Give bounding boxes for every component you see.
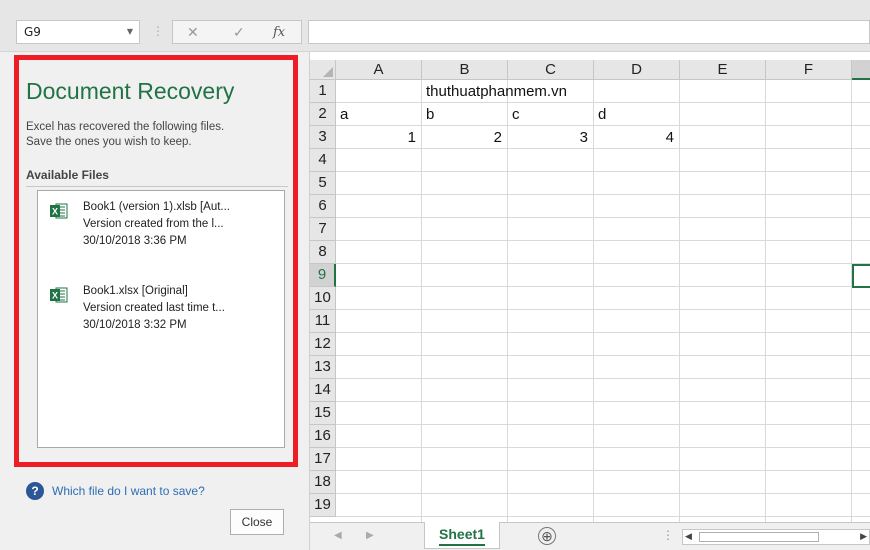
scroll-tabs-left-icon[interactable]: ◀: [334, 530, 342, 541]
gridline: [336, 240, 870, 241]
gridline: [336, 355, 870, 356]
row-header-8[interactable]: 8: [310, 241, 336, 264]
column-header-e[interactable]: E: [680, 60, 766, 80]
gridline: [336, 332, 870, 333]
column-header-c[interactable]: C: [508, 60, 594, 80]
enter-icon[interactable]: ✓: [233, 24, 245, 41]
scroll-left-icon[interactable]: ◀: [685, 531, 692, 542]
tab-sheet1[interactable]: Sheet1: [424, 522, 500, 549]
gridline: [336, 171, 870, 172]
gridline: [765, 80, 766, 522]
cell-a2[interactable]: a: [340, 103, 348, 126]
row-header-19[interactable]: 19: [310, 494, 336, 517]
row-header-1[interactable]: 1: [310, 80, 336, 103]
row-header-6[interactable]: 6: [310, 195, 336, 218]
gridline: [336, 217, 870, 218]
gridline: [336, 470, 870, 471]
row-header-4[interactable]: 4: [310, 149, 336, 172]
help-link[interactable]: Which file do I want to save?: [52, 484, 205, 498]
add-sheet-icon[interactable]: ⊕: [538, 527, 556, 545]
column-header-b[interactable]: B: [422, 60, 508, 80]
column-header-a[interactable]: A: [336, 60, 422, 80]
horizontal-scrollbar[interactable]: ◀ ▶: [682, 529, 870, 545]
gridline: [336, 286, 870, 287]
row-header-12[interactable]: 12: [310, 333, 336, 356]
highlight-box: [14, 55, 298, 467]
select-all-icon: [323, 67, 333, 77]
row-header-10[interactable]: 10: [310, 287, 336, 310]
gridline: [336, 263, 870, 264]
select-all-corner[interactable]: [310, 60, 336, 80]
row-header-15[interactable]: 15: [310, 402, 336, 425]
gridline: [336, 516, 870, 517]
gridline: [336, 309, 870, 310]
column-header-f[interactable]: F: [766, 60, 852, 80]
row-header-9[interactable]: 9: [310, 264, 336, 287]
gridline: [336, 401, 870, 402]
row-header-3[interactable]: 3: [310, 126, 336, 149]
gridline: [336, 378, 870, 379]
chevron-down-icon[interactable]: ▼: [127, 27, 133, 36]
worksheet-grid[interactable]: ABCDEF 1 2 3 4 5 6 7 8 9 10 11 12 13 14 15 16 17 18 19 thu…: [310, 52, 870, 522]
scroll-thumb[interactable]: [699, 532, 819, 542]
help-icon[interactable]: ?: [26, 482, 44, 500]
cancel-icon[interactable]: ✕: [187, 24, 199, 41]
name-box-value: G9: [24, 25, 41, 39]
gridline: [336, 447, 870, 448]
row-header-14[interactable]: 14: [310, 379, 336, 402]
formula-bar: G9 ▼ ⋮ ✕ ✓ fx: [0, 0, 870, 52]
active-cell-g9[interactable]: [852, 264, 870, 288]
column-header-d[interactable]: D: [594, 60, 680, 80]
cell-d2[interactable]: d: [598, 103, 606, 126]
row-header-18[interactable]: 18: [310, 471, 336, 494]
separator-grip-icon: ⋮: [152, 24, 164, 38]
gridline: [336, 493, 870, 494]
cell-a3[interactable]: 1: [336, 126, 416, 149]
row-header-17[interactable]: 17: [310, 448, 336, 471]
row-header-2[interactable]: 2: [310, 103, 336, 126]
sheet-tab-bar: ◀ ▶ Sheet1 ⊕ ⋮ ◀ ▶: [310, 522, 870, 550]
row-header-16[interactable]: 16: [310, 425, 336, 448]
scroll-tabs-right-icon[interactable]: ▶: [366, 530, 374, 541]
column-header-g[interactable]: [852, 60, 870, 80]
row-header-11[interactable]: 11: [310, 310, 336, 333]
splitter-grip-icon[interactable]: ⋮: [662, 528, 674, 542]
name-box[interactable]: G9 ▼: [16, 20, 140, 44]
cell-b2[interactable]: b: [426, 103, 434, 126]
gridline: [679, 80, 680, 522]
cell-b1[interactable]: thuthuatphanmem.vn: [426, 80, 567, 103]
cell-d3[interactable]: 4: [594, 126, 674, 149]
scroll-right-icon[interactable]: ▶: [860, 531, 867, 542]
row-header-13[interactable]: 13: [310, 356, 336, 379]
cell-c2[interactable]: c: [512, 103, 520, 126]
insert-function-icon[interactable]: fx: [273, 25, 285, 40]
row-header-5[interactable]: 5: [310, 172, 336, 195]
gridline: [851, 80, 852, 522]
gridline: [336, 424, 870, 425]
formula-input[interactable]: [308, 20, 870, 44]
gridline: [336, 194, 870, 195]
cell-b3[interactable]: 2: [422, 126, 502, 149]
cell-c3[interactable]: 3: [508, 126, 588, 149]
close-button[interactable]: Close: [230, 509, 284, 535]
row-header-7[interactable]: 7: [310, 218, 336, 241]
formula-buttons: ✕ ✓ fx: [172, 20, 302, 44]
